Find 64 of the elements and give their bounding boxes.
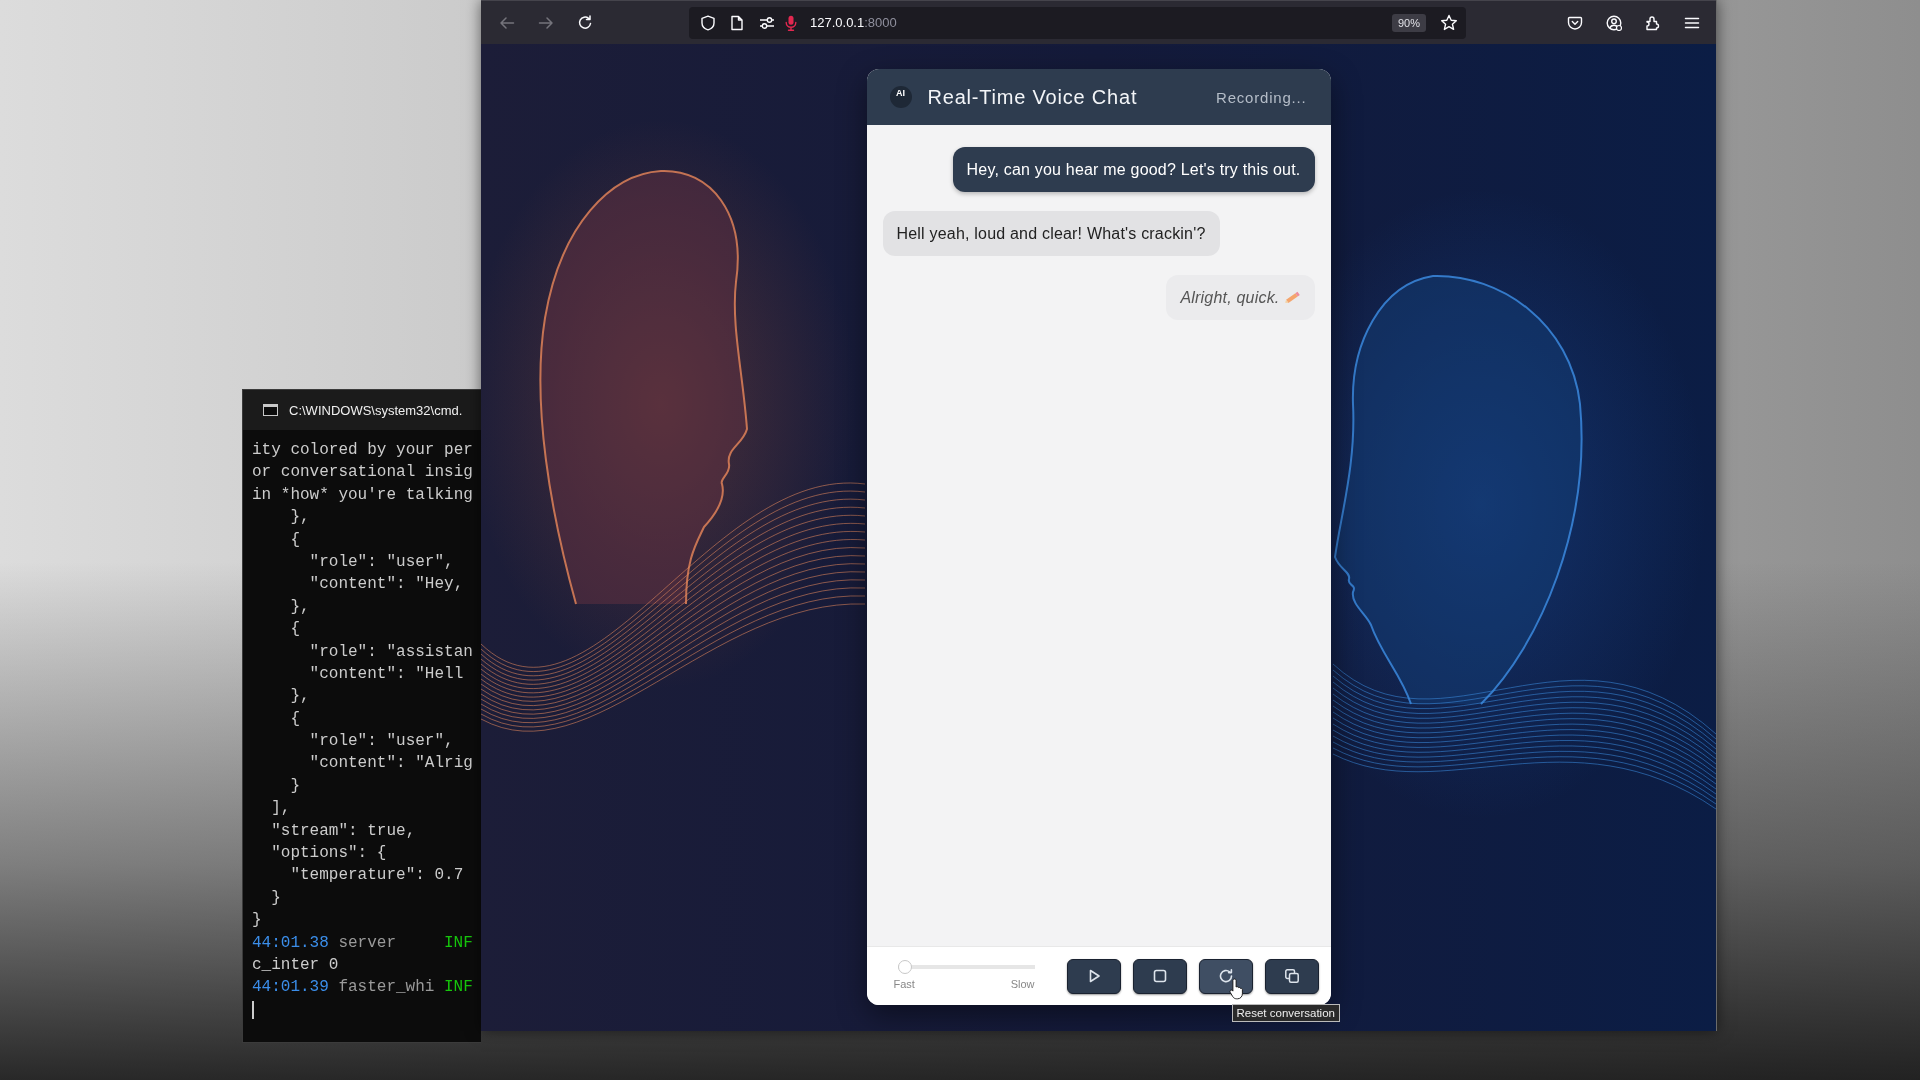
terminal-line: "options": { bbox=[271, 844, 387, 863]
terminal-line: "stream": true, bbox=[271, 821, 416, 840]
reset-icon bbox=[1218, 969, 1233, 983]
slider-label: Fast bbox=[893, 977, 915, 990]
page-icon[interactable] bbox=[729, 14, 745, 31]
console-icon bbox=[263, 404, 278, 416]
stop-button[interactable] bbox=[1132, 958, 1187, 994]
terminal-line: ity colored by your per bbox=[252, 441, 473, 459]
url-port: :8000 bbox=[864, 15, 897, 30]
account-icon[interactable] bbox=[1606, 14, 1622, 31]
terminal-line: } bbox=[252, 911, 262, 930]
terminal-line: { bbox=[290, 709, 300, 728]
puzzle-icon[interactable] bbox=[1645, 14, 1661, 31]
star-icon[interactable] bbox=[1440, 13, 1458, 32]
play-button[interactable] bbox=[1066, 958, 1121, 994]
shield-chevron-icon[interactable] bbox=[1567, 14, 1583, 31]
message-text: Hell yeah, loud and clear! What's crackin'? bbox=[896, 224, 1206, 243]
address-bar[interactable]: 127.0.0.1:8000 90% bbox=[689, 6, 1466, 39]
log-severity: INF bbox=[444, 933, 473, 952]
terminal-line: ], bbox=[271, 799, 291, 818]
copy-icon bbox=[1284, 969, 1299, 983]
terminal-line: c_inter 0 bbox=[252, 956, 339, 974]
terminal-line: }, bbox=[290, 597, 310, 616]
log-time: 44:01.38 bbox=[252, 933, 329, 952]
ai-avatar: AI bbox=[889, 86, 912, 108]
terminal-line: "content": "Hey, bbox=[309, 575, 464, 594]
text-cursor bbox=[252, 1000, 254, 1019]
terminal-line: "role": "assistan bbox=[309, 642, 473, 661]
log-severity: INF bbox=[444, 978, 473, 997]
hand-cursor-icon bbox=[1228, 977, 1245, 1000]
log-source: server bbox=[338, 933, 396, 952]
terminal-line: "content": "Hell bbox=[309, 664, 464, 683]
terminal-line: { bbox=[290, 620, 300, 639]
tooltip: Reset conversation bbox=[1231, 1003, 1340, 1022]
terminal-line: } bbox=[271, 888, 281, 907]
terminal-line: "role": "user", bbox=[309, 732, 454, 751]
terminal-line: } bbox=[290, 776, 300, 795]
zoom-level-button[interactable]: 90% bbox=[1391, 13, 1426, 32]
slider-thumb[interactable] bbox=[897, 959, 912, 974]
terminal-line: "role": "user", bbox=[309, 552, 454, 571]
copy-button[interactable] bbox=[1264, 958, 1319, 994]
terminal-line: }, bbox=[290, 687, 310, 706]
message-text: Hey, can you hear me good? Let's try this out. bbox=[966, 160, 1301, 179]
message-text: Alright, quick. bbox=[1180, 288, 1280, 307]
window-title: C:\WINDOWS\system32\cmd. bbox=[289, 402, 463, 418]
url-host: 127.0.0.1 bbox=[810, 15, 865, 30]
chat-title: Real-Time Voice Chat bbox=[927, 85, 1138, 109]
slider-label: Slow bbox=[1010, 977, 1035, 990]
pencil-icon bbox=[1282, 290, 1301, 305]
recording-status: Recording... bbox=[1216, 88, 1307, 106]
terminal-line: }, bbox=[290, 508, 310, 527]
shield-icon[interactable] bbox=[700, 14, 716, 31]
log-time: 44:01.39 bbox=[252, 978, 329, 997]
terminal-line: { bbox=[290, 530, 300, 549]
terminal-line: or conversational insig bbox=[252, 463, 473, 482]
sliders-icon[interactable] bbox=[759, 14, 775, 31]
terminal-line: "temperature": 0.7 bbox=[290, 866, 464, 885]
microphone-icon[interactable] bbox=[785, 14, 797, 31]
terminal-line: in *how* you're talking bbox=[252, 485, 473, 504]
stop-icon bbox=[1152, 969, 1167, 983]
reset-button[interactable] bbox=[1198, 958, 1253, 994]
reload-icon[interactable] bbox=[577, 14, 593, 31]
log-source: faster_whi bbox=[338, 978, 435, 997]
terminal-line: "content": "Alrig bbox=[309, 754, 473, 773]
